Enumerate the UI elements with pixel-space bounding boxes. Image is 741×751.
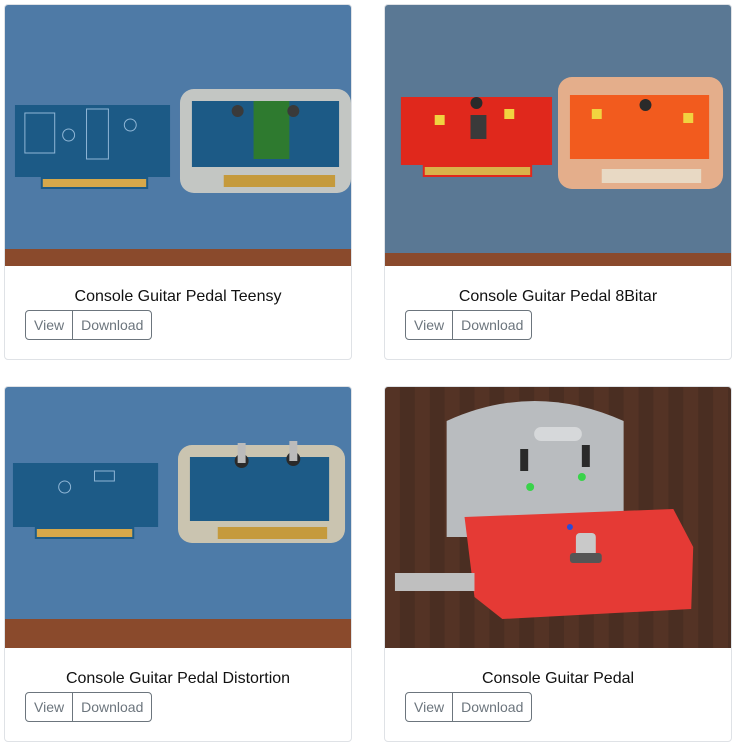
product-image-distortion[interactable]: [5, 387, 351, 648]
view-button[interactable]: View: [25, 692, 74, 722]
card-actions: View Download: [25, 692, 153, 722]
product-image-teensy[interactable]: [5, 5, 351, 266]
card-title: Console Guitar Pedal 8Bitar: [458, 288, 658, 305]
product-image-pedal[interactable]: [385, 387, 731, 648]
card-actions: View Download: [405, 692, 533, 722]
product-image-8bitar[interactable]: [385, 5, 731, 266]
card-title: Console Guitar Pedal Distortion: [65, 670, 291, 687]
product-card-teensy: Console Guitar Pedal Teensy View Downloa…: [4, 4, 352, 360]
download-button[interactable]: Download: [72, 692, 153, 722]
product-card-distortion: Console Guitar Pedal Distortion View Dow…: [4, 386, 352, 742]
view-button[interactable]: View: [25, 310, 74, 340]
download-button[interactable]: Download: [452, 310, 533, 340]
card-actions: View Download: [25, 310, 153, 340]
card-title: Console Guitar Pedal: [481, 670, 635, 687]
download-button[interactable]: Download: [452, 692, 533, 722]
product-card-8bitar: Console Guitar Pedal 8Bitar View Downloa…: [384, 4, 732, 360]
view-button[interactable]: View: [405, 310, 454, 340]
card-actions: View Download: [405, 310, 533, 340]
download-button[interactable]: Download: [72, 310, 153, 340]
product-card-pedal: Console Guitar Pedal View Download: [384, 386, 732, 742]
view-button[interactable]: View: [405, 692, 454, 722]
card-title: Console Guitar Pedal Teensy: [74, 288, 282, 305]
